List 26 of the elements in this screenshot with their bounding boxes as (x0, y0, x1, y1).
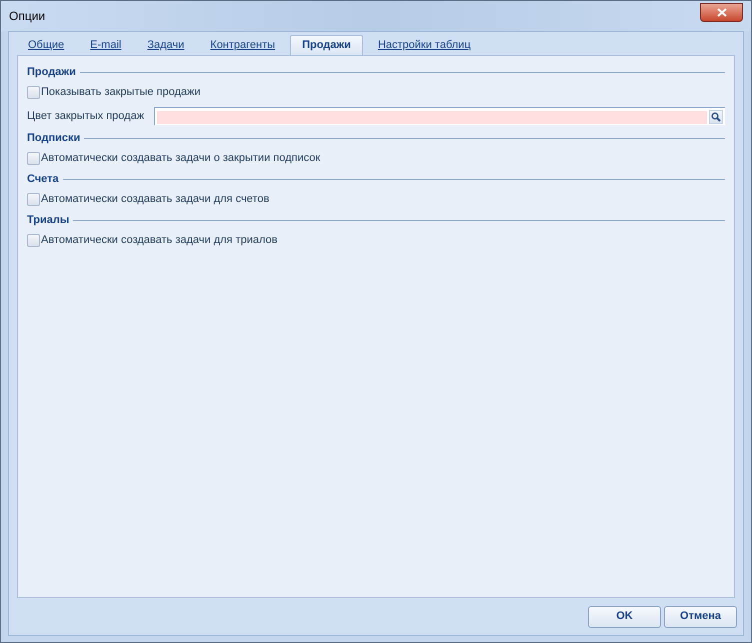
search-icon[interactable] (709, 110, 723, 124)
checkbox[interactable] (27, 152, 40, 165)
section-heading: Подписки (27, 130, 80, 146)
checkbox[interactable] (27, 234, 40, 247)
tab[interactable]: Продажи (290, 35, 363, 55)
close-icon (716, 8, 726, 16)
dialog-button[interactable]: Отмена (664, 606, 737, 628)
close-button[interactable] (700, 2, 743, 22)
dialog-button[interactable]: OK (588, 606, 661, 628)
window-title: Опции (9, 8, 46, 25)
tab[interactable]: E-mail (79, 35, 132, 55)
section-heading: Триалы (27, 212, 70, 228)
checkbox[interactable] (27, 86, 40, 99)
checkbox-label: Автоматически создавать задачи для счетов (41, 192, 270, 208)
section-heading: Продажи (27, 64, 76, 80)
checkbox-label: Показывать закрытые продажи (41, 85, 201, 100)
tab[interactable]: Задачи (136, 35, 196, 55)
checkbox[interactable] (27, 193, 40, 206)
color-field[interactable] (154, 107, 725, 125)
checkbox-label: Автоматически создавать задачи о закрытии подписок (41, 151, 320, 166)
checkbox-label: Автоматически создавать задачи для триалов (41, 233, 278, 248)
tab[interactable]: Контрагенты (199, 35, 286, 55)
section-heading: Счета (27, 172, 59, 187)
tab[interactable]: Настройки таблиц (366, 35, 482, 55)
field-label: Цвет закрытых продаж (27, 108, 146, 124)
tab[interactable]: Общие (17, 35, 76, 55)
